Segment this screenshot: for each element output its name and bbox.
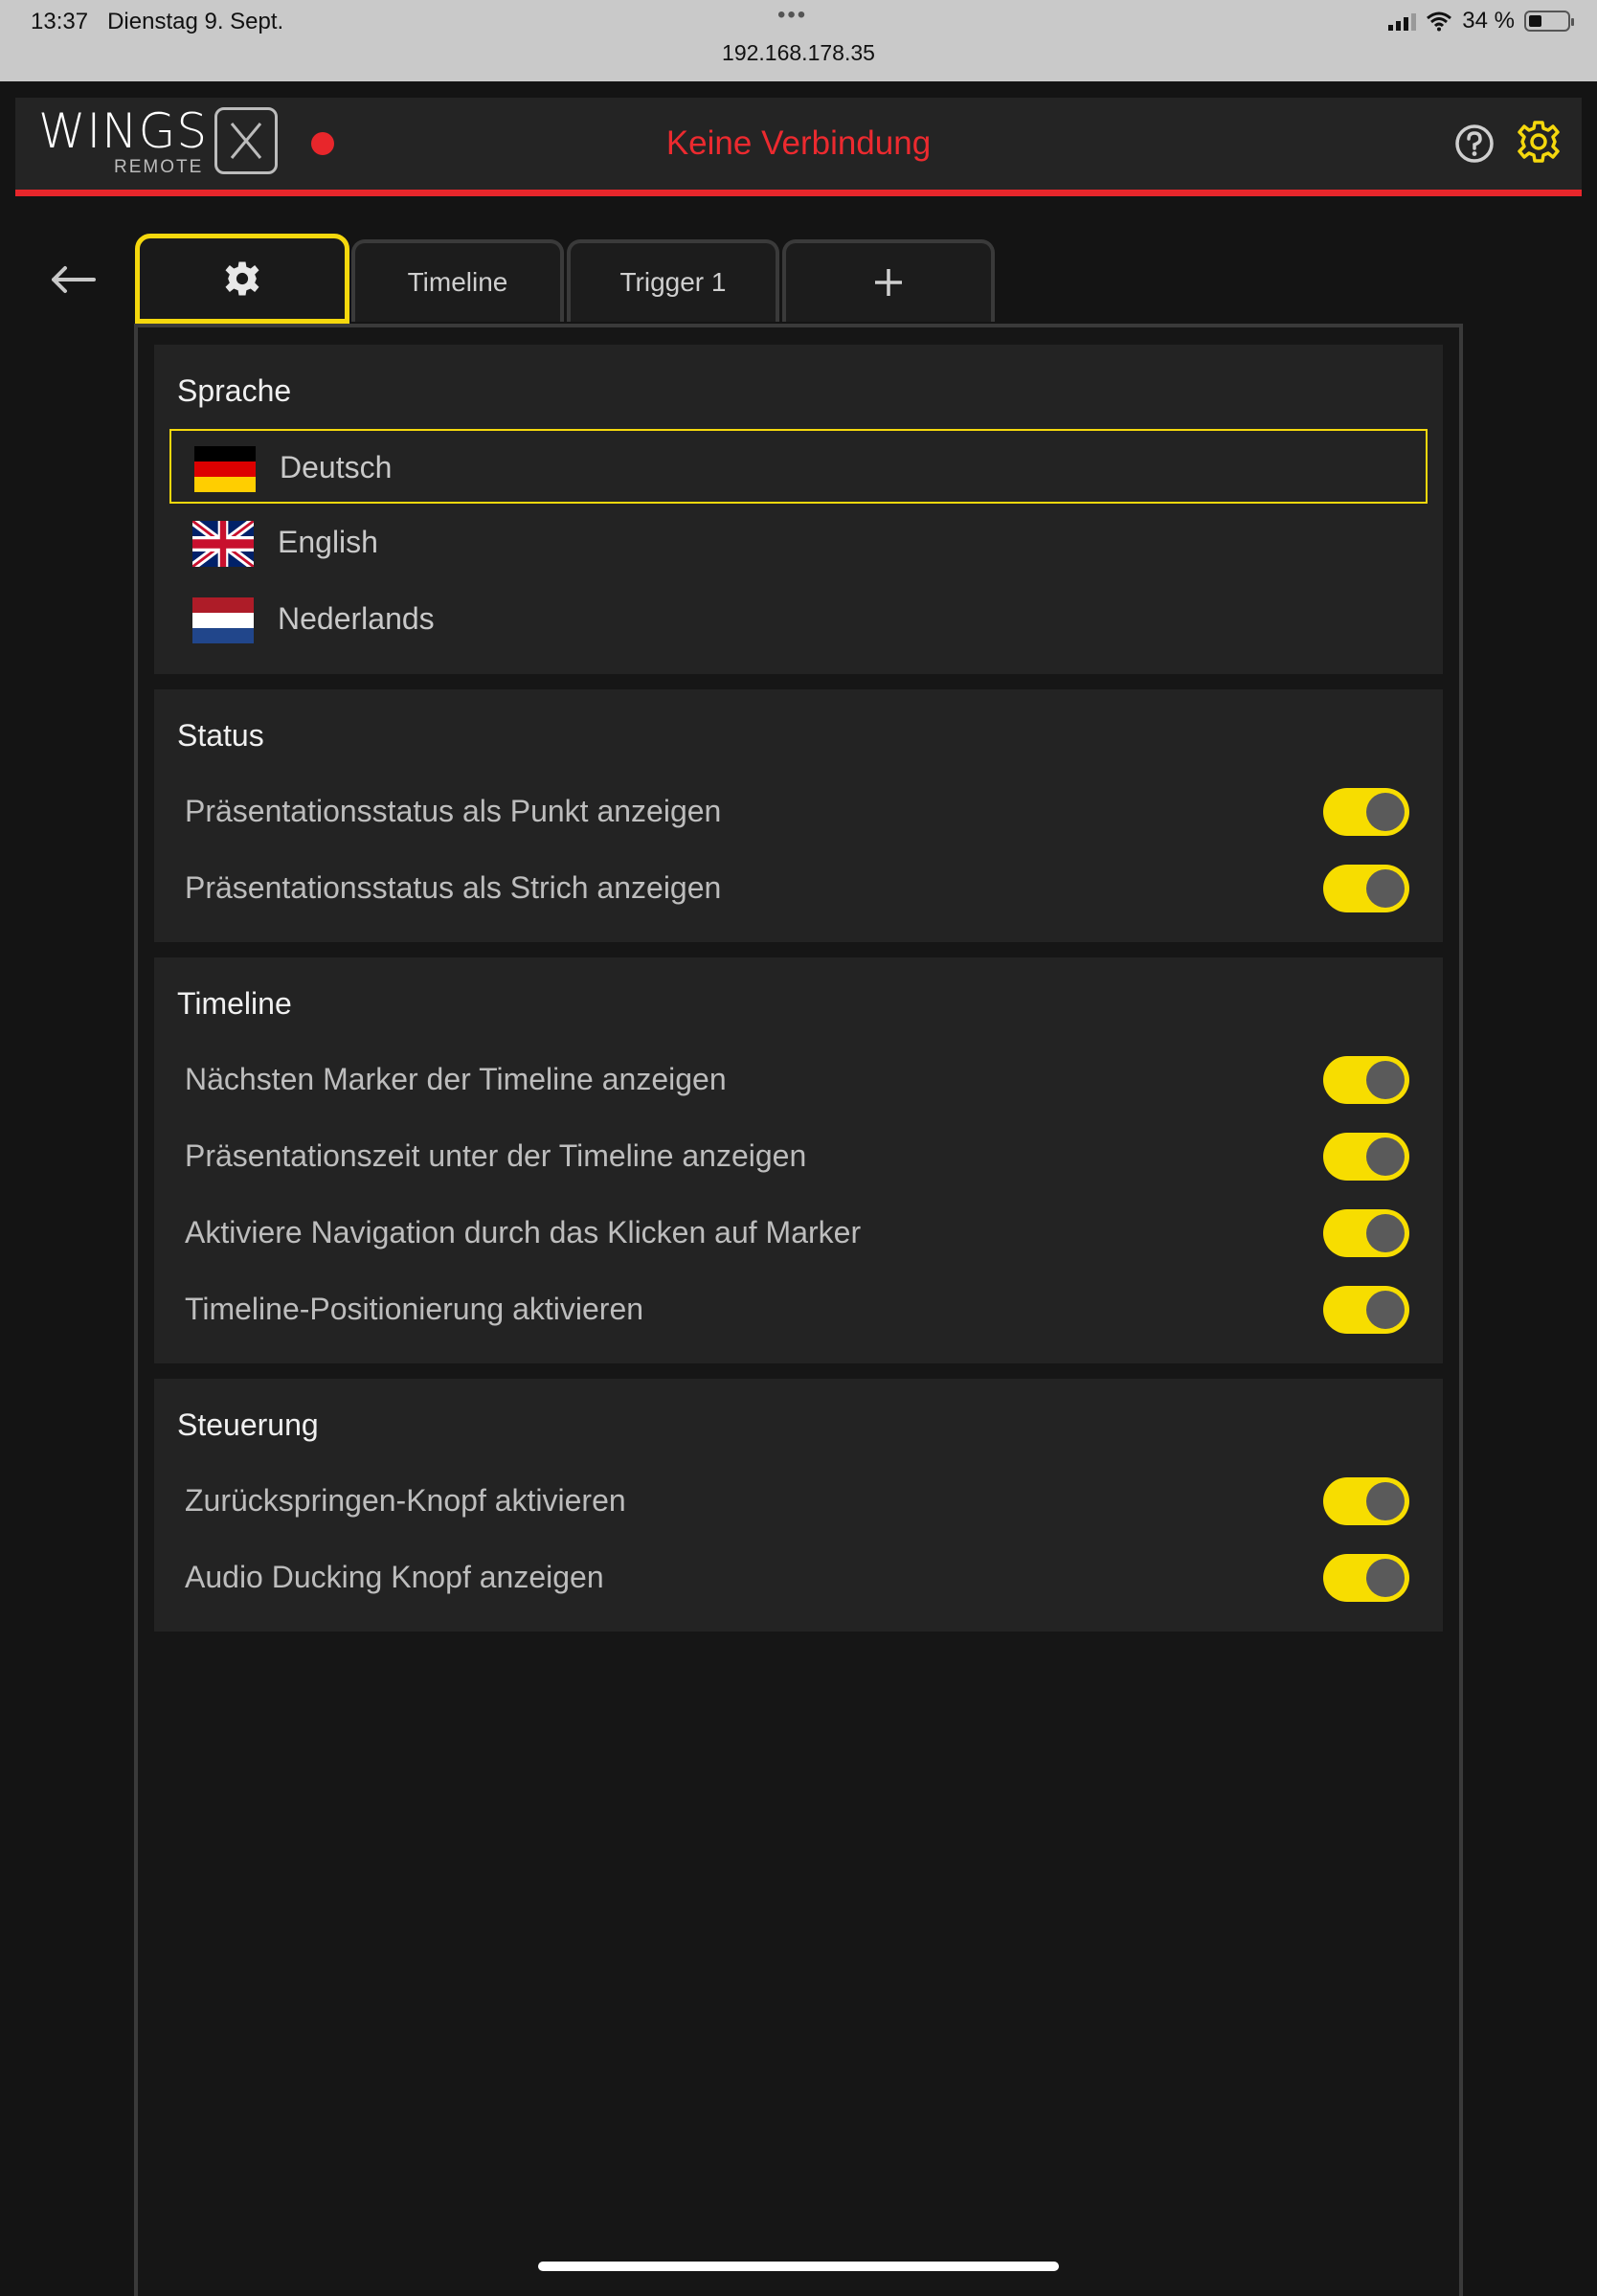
section-title: Steuerung	[177, 1407, 319, 1442]
section-title: Timeline	[177, 986, 292, 1021]
battery-icon	[1524, 11, 1574, 32]
tab-timeline[interactable]: Timeline	[351, 239, 564, 322]
option-label: Audio Ducking Knopf anzeigen	[185, 1560, 604, 1594]
section-title: Status	[177, 718, 264, 753]
option-label: Präsentationsstatus als Punkt anzeigen	[185, 794, 722, 828]
tab-add[interactable]	[782, 239, 995, 322]
section-status: Status Präsentationsstatus als Punkt anz…	[154, 689, 1443, 942]
option-label: Zurückspringen-Knopf aktivieren	[185, 1483, 626, 1518]
toggle-switch[interactable]	[1323, 1056, 1409, 1104]
tab-timeline-label: Timeline	[407, 267, 508, 297]
section-timeline: Timeline Nächsten Marker der Timeline an…	[154, 957, 1443, 1363]
toggle-switch[interactable]	[1323, 1209, 1409, 1257]
section-language: Sprache Deutsch English Nederlands	[154, 345, 1443, 674]
battery-percent: 34 %	[1462, 8, 1515, 34]
uk-flag-icon	[192, 521, 254, 567]
option-label: Präsentationszeit unter der Timeline anz…	[185, 1138, 807, 1173]
language-label: Nederlands	[278, 601, 435, 636]
gear-icon	[225, 261, 259, 296]
option-row-next-marker: Nächsten Marker der Timeline anzeigen	[154, 1047, 1443, 1114]
toggle-switch[interactable]	[1323, 788, 1409, 836]
option-row-jump-back: Zurückspringen-Knopf aktivieren	[154, 1468, 1443, 1535]
page-url[interactable]: 192.168.178.35	[0, 40, 1597, 66]
ios-status-bar: 13:37 Dienstag 9. Sept. ••• 192.168.178.…	[0, 0, 1597, 81]
language-label: Deutsch	[280, 450, 393, 484]
plus-icon	[875, 269, 902, 296]
option-label: Nächsten Marker der Timeline anzeigen	[185, 1062, 727, 1096]
multitask-dots[interactable]: •••	[777, 2, 807, 29]
option-row-audio-ducking: Audio Ducking Knopf anzeigen	[154, 1544, 1443, 1611]
toggle-switch[interactable]	[1323, 1477, 1409, 1525]
wifi-icon	[1427, 11, 1452, 32]
section-control: Steuerung Zurückspringen-Knopf aktiviere…	[154, 1379, 1443, 1632]
section-title: Sprache	[177, 373, 292, 408]
option-row-marker-navigation: Aktiviere Navigation durch das Klicken a…	[154, 1200, 1443, 1267]
cellular-signal-icon	[1388, 11, 1417, 31]
back-arrow-icon[interactable]	[48, 260, 98, 304]
option-row-status-dot: Präsentationsstatus als Punkt anzeigen	[154, 778, 1443, 845]
settings-gear-icon[interactable]	[1516, 119, 1562, 169]
option-label: Aktiviere Navigation durch das Klicken a…	[185, 1215, 862, 1249]
status-time-date: 13:37 Dienstag 9. Sept.	[31, 9, 284, 34]
app-header: WINGS REMOTE Keine Verbindung	[15, 98, 1582, 196]
option-row-timeline-positioning: Timeline-Positionierung aktivieren	[154, 1276, 1443, 1343]
language-option-nederlands[interactable]: Nederlands	[169, 582, 1428, 657]
de-flag-icon	[194, 446, 256, 492]
help-icon[interactable]	[1453, 123, 1496, 169]
tab-trigger-1[interactable]: Trigger 1	[567, 239, 779, 322]
connection-status: Keine Verbindung	[665, 124, 932, 162]
toggle-switch[interactable]	[1323, 1133, 1409, 1181]
language-option-english[interactable]: English	[169, 506, 1428, 580]
tab-trigger-1-label: Trigger 1	[619, 267, 727, 297]
option-label: Timeline-Positionierung aktivieren	[185, 1292, 644, 1326]
option-row-status-line: Präsentationsstatus als Strich anzeigen	[154, 855, 1443, 922]
toggle-switch[interactable]	[1323, 1286, 1409, 1334]
tab-settings[interactable]	[135, 234, 349, 324]
toggle-switch[interactable]	[1323, 1554, 1409, 1602]
option-label: Präsentationsstatus als Strich anzeigen	[185, 870, 722, 905]
toggle-switch[interactable]	[1323, 865, 1409, 912]
home-indicator[interactable]	[538, 2262, 1059, 2271]
language-label: English	[278, 525, 378, 559]
nl-flag-icon	[192, 597, 254, 643]
language-option-deutsch[interactable]: Deutsch	[169, 429, 1428, 504]
option-row-presentation-time: Präsentationszeit unter der Timeline anz…	[154, 1123, 1443, 1190]
